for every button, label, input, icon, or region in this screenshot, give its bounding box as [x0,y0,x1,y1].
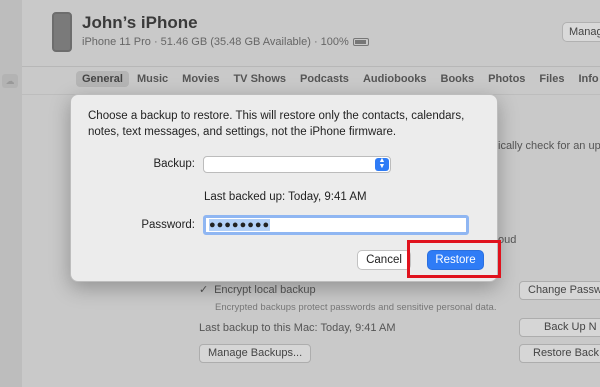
device-info-text: iPhone 11 Pro · 51.46 GB (35.48 GB Avail… [82,36,349,48]
dialog-message: Choose a backup to restore. This will re… [88,110,465,138]
cancel-button[interactable]: Cancel [357,250,411,270]
sidebar: ☁ [0,0,22,387]
tab-general[interactable]: General [76,71,129,87]
encrypt-description: Encrypted backups protect passwords and … [215,302,497,313]
cloud-icon: ☁ [2,74,18,88]
back-up-now-button[interactable]: Back Up N [519,318,600,337]
tab-photos[interactable]: Photos [482,71,531,87]
device-info: iPhone 11 Pro · 51.46 GB (35.48 GB Avail… [82,36,369,48]
tab-audiobooks[interactable]: Audiobooks [357,71,433,87]
password-label: Password: [141,219,195,231]
manage-storage-button[interactable]: Manage [562,22,600,42]
tab-books[interactable]: Books [435,71,481,87]
auto-check-text: ically check for an up [498,140,600,152]
checkmark-icon: ✓ [199,284,209,296]
password-value: ●●●●●●●● [209,219,271,231]
chevron-updown-icon: ▲ ▼ [375,157,389,171]
highlight-box [407,240,501,278]
iphone-icon [52,12,72,52]
manage-backups-button[interactable]: Manage Backups... [199,344,312,363]
encrypt-backup-checkbox[interactable]: ✓ Encrypt local backup [199,283,316,296]
tab-tv-shows[interactable]: TV Shows [227,71,292,87]
device-name: John’s iPhone [82,13,198,32]
tab-music[interactable]: Music [131,71,174,87]
last-backed-up-text: Last backed up: Today, 9:41 AM [204,191,367,203]
tab-podcasts[interactable]: Podcasts [294,71,355,87]
tab-files[interactable]: Files [533,71,570,87]
battery-icon [352,38,369,46]
last-backup-text: Last backup to this Mac: Today, 9:41 AM [199,322,396,334]
tab-bar: General Music Movies TV Shows Podcasts A… [76,71,600,87]
encrypt-backup-label: Encrypt local backup [214,284,316,296]
backup-select[interactable]: ▲ ▼ [203,156,391,173]
restore-backup-button[interactable]: Restore Back [519,344,600,363]
tab-movies[interactable]: Movies [176,71,225,87]
password-field[interactable]: ●●●●●●●● [203,215,469,235]
divider [22,66,600,67]
tab-info[interactable]: Info [572,71,600,87]
change-password-button[interactable]: Change Passw [519,281,600,300]
backup-label: Backup: [153,158,195,170]
